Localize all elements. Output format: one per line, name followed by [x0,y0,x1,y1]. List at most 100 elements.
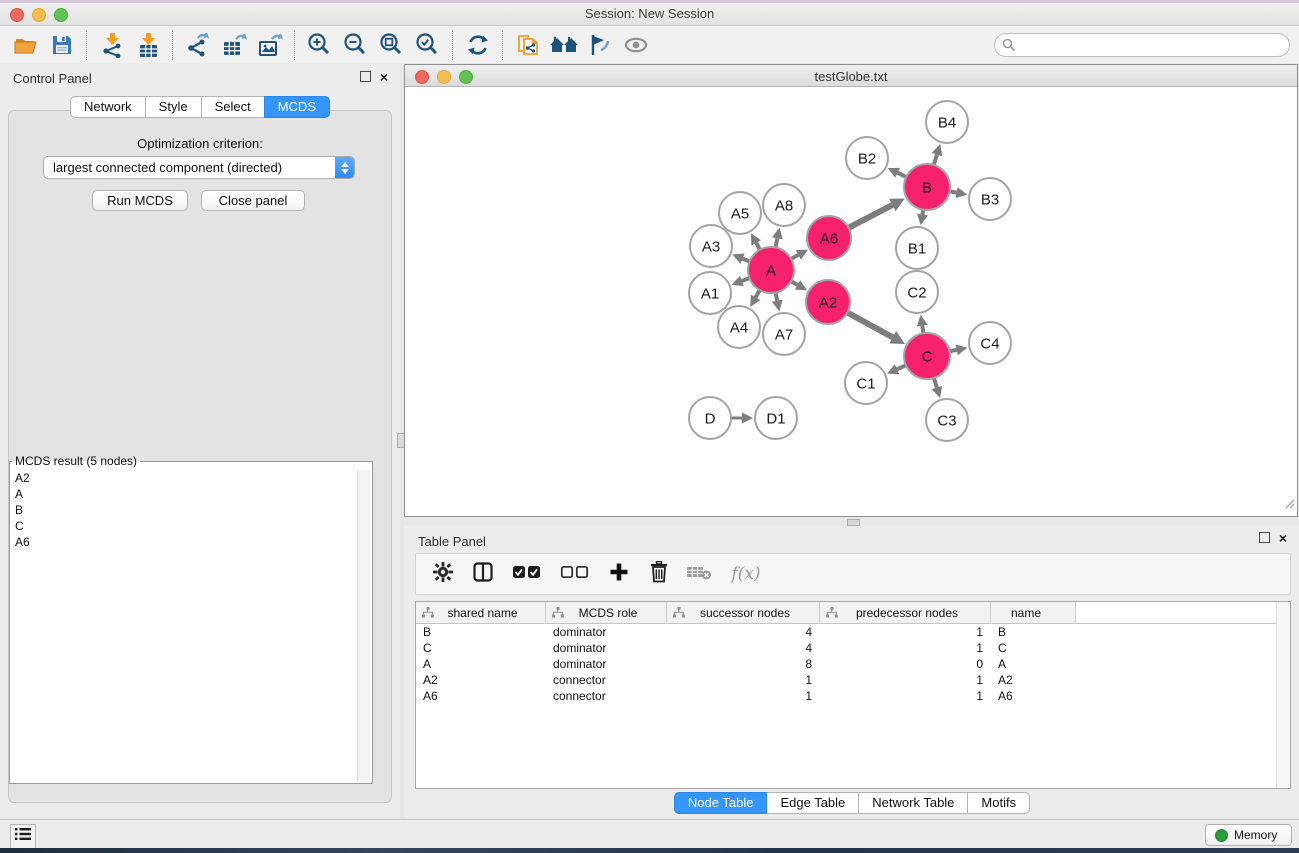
tab-network[interactable]: Network [70,96,146,118]
column-header-shared-name[interactable]: shared name [416,602,546,623]
edge-arrowhead [956,187,968,198]
resize-grip-icon[interactable] [1283,496,1295,514]
table-scrollbar[interactable] [1276,602,1290,788]
close-panel-button[interactable]: Close panel [201,190,305,211]
edge-A-A8[interactable] [776,238,778,247]
import-table-button[interactable] [130,30,166,60]
node-label-A5: A5 [731,206,749,223]
control-panel-tabs: NetworkStyleSelectMCDS [0,96,400,118]
edge-arrowhead [917,315,928,327]
edge-A-A4[interactable] [756,290,760,297]
table-cell: 1 [820,688,991,704]
result-item[interactable]: A [11,486,357,502]
table-row[interactable]: A2connector11A2 [416,672,1290,688]
show-columns-button[interactable] [470,560,496,588]
edge-A-A7[interactable] [776,293,778,301]
select-all-button[interactable] [510,560,544,588]
edge-C-C4[interactable] [950,350,957,351]
edge-A-A3[interactable] [743,259,750,262]
zoom-out-button[interactable] [338,30,374,60]
table-settings-button[interactable] [430,560,456,588]
deselect-all-button[interactable] [558,560,592,588]
edge-B-B3[interactable] [950,191,957,192]
table-row[interactable]: A6connector11A6 [416,688,1290,704]
flag-icon [587,32,613,58]
mcds-result-list[interactable]: A2ABCA6 [11,470,357,782]
column-header-successor-nodes[interactable]: successor nodes [667,602,820,623]
memory-label: Memory [1234,828,1277,842]
criterion-dropdown[interactable]: largest connected component (directed) [43,156,355,179]
tab-edge-table[interactable]: Edge Table [766,792,859,814]
result-item[interactable]: A2 [11,470,357,486]
panel-list-button[interactable] [10,824,36,849]
save-session-button[interactable] [44,30,80,60]
edge-C-C2[interactable] [922,326,923,334]
export-network-button[interactable] [180,30,216,60]
panel-splitter-horizontal[interactable] [404,519,1299,525]
desktop-strip-bottom [0,848,1299,853]
hide-graphics-details-button[interactable] [582,30,618,60]
control-panel: Control Panel × NetworkStyleSelectMCDS O… [0,63,400,819]
node-label-B: B [922,180,932,197]
memory-button[interactable]: Memory [1205,824,1292,846]
refresh-button[interactable] [460,30,496,60]
table-cell: 1 [667,672,820,688]
edge-A-A1[interactable] [742,278,750,281]
main-toolbar [0,26,1299,64]
tab-style[interactable]: Style [145,96,202,118]
import-network-button[interactable] [94,30,130,60]
edge-arrowhead [772,300,783,312]
tab-motifs[interactable]: Motifs [967,792,1030,814]
result-scrollbar[interactable] [357,470,371,782]
edge-B-B2[interactable] [898,173,907,177]
edge-C-C3[interactable] [934,378,937,388]
close-panel-icon[interactable]: × [380,72,388,82]
export-table-button[interactable] [216,30,252,60]
column-header-predecessor-nodes[interactable]: predecessor nodes [820,602,991,623]
export-image-button[interactable] [252,30,288,60]
add-row-button[interactable] [606,560,632,588]
edge-A-A2[interactable] [791,281,797,285]
tab-mcds[interactable]: MCDS [264,96,330,118]
table-panel-title: Table Panel [418,534,486,549]
delete-rows-button[interactable] [646,560,672,588]
tab-node-table[interactable]: Node Table [674,792,768,814]
tab-select[interactable]: Select [201,96,265,118]
edge-A-A5[interactable] [756,243,760,250]
node-label-A4: A4 [730,320,748,337]
houses-icon [549,32,579,58]
node-label-B3: B3 [981,192,999,209]
splitter-handle[interactable] [847,519,860,526]
table-row[interactable]: Bdominator41B [416,624,1290,640]
search-input[interactable] [994,33,1290,57]
table-cell: A [991,656,1076,672]
network-canvas[interactable]: AA1A2A3A4A5A6A7A8BB1B2B3B4CC1C2C3C4DD1 [405,87,1297,516]
result-item[interactable]: A6 [11,534,357,550]
delete-table-button[interactable] [686,560,712,588]
zoom-fit-button[interactable] [374,30,410,60]
open-folder-icon [13,33,39,57]
column-header-name[interactable]: name [991,602,1076,623]
edge-C-C1[interactable] [897,365,906,369]
open-session-button[interactable] [8,30,44,60]
zoom-in-button[interactable] [302,30,338,60]
result-item[interactable]: B [11,502,357,518]
show-graphics-details-button[interactable] [618,30,654,60]
float-panel-icon[interactable] [1259,532,1270,543]
network-from-selection-button[interactable] [510,30,546,60]
column-header-MCDS-role[interactable]: MCDS role [546,602,667,623]
result-item[interactable]: C [11,518,357,534]
edge-A-A6[interactable] [791,255,798,259]
zoom-selected-button[interactable] [410,30,446,60]
close-panel-icon[interactable]: × [1279,533,1287,543]
tab-network-table[interactable]: Network Table [858,792,968,814]
table-row[interactable]: Adominator80A [416,656,1290,672]
edge-A6-B[interactable] [849,205,893,228]
function-builder-button[interactable]: f(x) [726,560,766,588]
table-row[interactable]: Cdominator41C [416,640,1290,656]
edge-B-B4[interactable] [934,154,937,165]
float-panel-icon[interactable] [360,71,371,82]
edge-A2-C[interactable] [847,313,892,338]
run-mcds-button[interactable]: Run MCDS [92,190,188,211]
home-button[interactable] [546,30,582,60]
